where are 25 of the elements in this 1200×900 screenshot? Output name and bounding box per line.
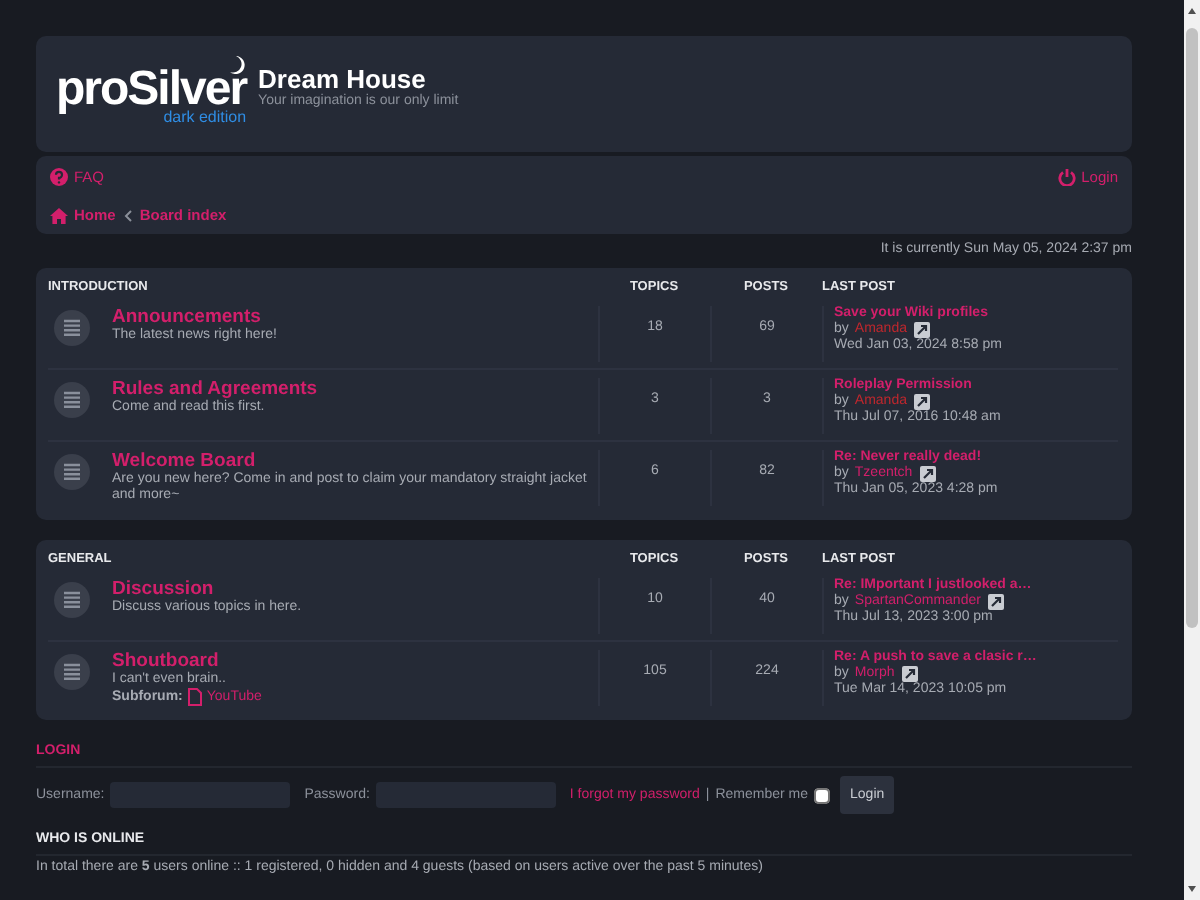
home-icon [50, 207, 68, 223]
view-post-icon[interactable] [988, 594, 1005, 610]
document-icon [188, 688, 203, 706]
logo-text[interactable]: proSilver [56, 66, 247, 114]
question-icon [50, 168, 68, 186]
view-post-icon[interactable] [914, 322, 931, 338]
power-icon [1057, 168, 1076, 186]
list-icon [54, 654, 90, 690]
forum-title[interactable]: Discussion [112, 578, 302, 600]
forum-title[interactable]: Shoutboard [112, 650, 262, 672]
view-post-icon[interactable] [920, 466, 937, 482]
forum-title[interactable]: Welcome Board [112, 450, 598, 472]
remember-checkbox[interactable] [814, 787, 831, 803]
view-post-icon[interactable] [902, 666, 919, 682]
chevron-icon [123, 209, 132, 221]
list-icon [54, 310, 90, 346]
list-icon [54, 454, 90, 490]
view-post-icon[interactable] [914, 394, 931, 410]
list-icon [54, 382, 90, 418]
site-title: Dream House [258, 64, 426, 94]
logo-subtitle: dark edition [163, 110, 247, 126]
scrollbar[interactable] [1184, 0, 1200, 900]
forum-title[interactable]: Announcements [112, 306, 277, 328]
forum-title[interactable]: Rules and Agreements [112, 378, 318, 400]
list-icon [54, 582, 90, 618]
